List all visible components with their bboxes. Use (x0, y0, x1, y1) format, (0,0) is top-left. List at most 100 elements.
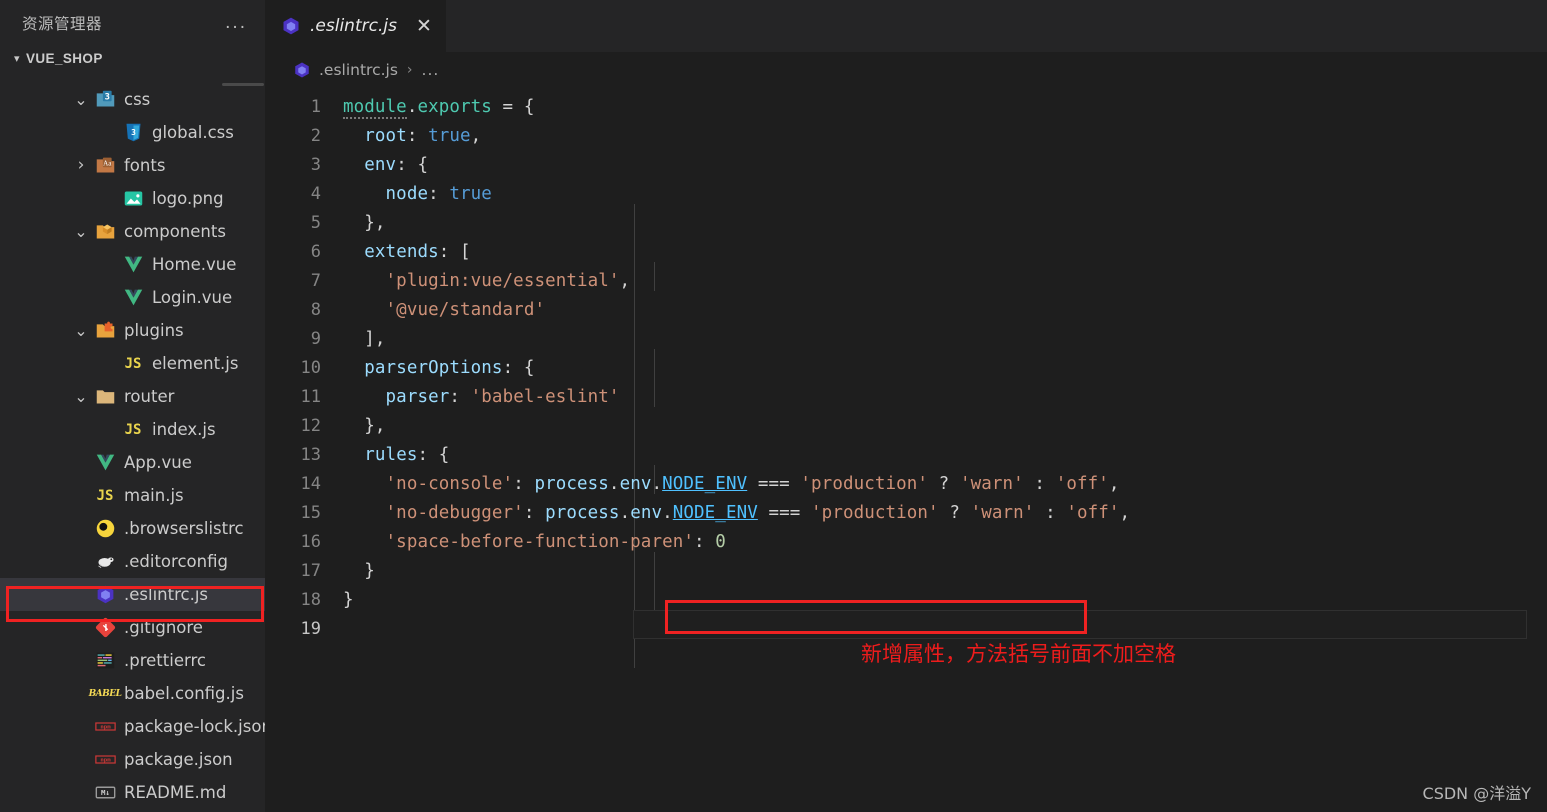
tree-item-main-js[interactable]: JS main.js (0, 479, 265, 512)
tree-item-gitignore[interactable]: .gitignore (0, 611, 265, 644)
chevron-right-icon: › (406, 62, 413, 78)
code-token: 'warn' (959, 474, 1024, 494)
breadcrumb-file-label[interactable]: .eslintrc.js (319, 61, 398, 79)
folder-css-icon: 3 (92, 89, 118, 110)
code-token: parserOptions (364, 358, 503, 378)
code-token: rules (364, 445, 418, 465)
line-number: 17 (300, 561, 321, 581)
more-actions-icon[interactable]: ... (225, 13, 247, 32)
code-token: 'no-debugger' (385, 503, 524, 523)
tree-item-app-vue[interactable]: App.vue (0, 446, 265, 479)
explorer-header: 资源管理器 ... (0, 0, 265, 46)
tree-item-global-css[interactable]: 3 global.css (0, 116, 265, 149)
code-token: . (662, 503, 673, 523)
code-token: env (619, 474, 652, 494)
svg-text:3: 3 (104, 93, 109, 103)
editor-area: .eslintrc.js ✕ .eslintrc.js › ... 123456… (265, 0, 1547, 812)
tree-item-logo-png[interactable]: logo.png (0, 182, 265, 215)
code-token: module (343, 97, 407, 119)
line-number: 11 (300, 387, 321, 407)
tree-item-package-json[interactable]: npm package.json (0, 743, 265, 776)
code-token: { (523, 358, 535, 378)
tree-item-eslintrc-js[interactable]: .eslintrc.js (0, 578, 265, 611)
code-line: } (343, 557, 375, 586)
eslint-icon (293, 61, 311, 79)
tree-item-fonts[interactable]: › Aa fonts (0, 149, 265, 182)
tree-item-element-js[interactable]: JS element.js (0, 347, 265, 380)
image-file-icon (120, 188, 146, 209)
breadcrumb-overflow[interactable]: ... (422, 61, 440, 79)
code-token: 'off' (1055, 474, 1109, 494)
tree-item-home-vue[interactable]: Home.vue (0, 248, 265, 281)
tree-item-babel-config-js[interactable]: BABEL babel.config.js (0, 677, 265, 710)
code-line: parserOptions: { (343, 354, 534, 383)
code-token: 'no-console' (385, 474, 514, 494)
markdown-icon: M↓ (92, 782, 118, 803)
tree-item-login-vue[interactable]: Login.vue (0, 281, 265, 314)
tree-item-components[interactable]: ⌄ components (0, 215, 265, 248)
code-token: } (364, 561, 375, 581)
code-token: : (502, 358, 524, 378)
tree-item-label: components (124, 222, 226, 241)
line-number: 5 (310, 213, 321, 233)
editorconfig-icon (92, 551, 118, 572)
tree-item-index-js[interactable]: JS index.js (0, 413, 265, 446)
code-token: : (1034, 503, 1067, 523)
code-editor[interactable]: 1 2 3 4 5 6 7 8 9 10 11 12 13 14 15 16 17 18 19 module.exp… (265, 88, 1547, 812)
code-token: { (417, 155, 429, 175)
close-icon[interactable]: ✕ (414, 17, 434, 36)
tree-item-plugins[interactable]: ⌄ plugins (0, 314, 265, 347)
tree-item-package-lock-json[interactable]: npm package-lock.json (0, 710, 265, 743)
js-file-icon: JS (124, 355, 142, 372)
code-line: module.exports = { (343, 93, 534, 122)
code-token: ], (364, 329, 386, 349)
code-token: : (523, 503, 546, 523)
tree-item-label: global.css (152, 123, 234, 142)
indent-guide (654, 262, 655, 291)
tree-item-label: .editorconfig (124, 552, 228, 571)
vue-file-icon (120, 254, 146, 275)
tree-item-editorconfig[interactable]: .editorconfig (0, 545, 265, 578)
code-token: : (428, 184, 450, 204)
tree-item-label: Login.vue (152, 288, 233, 307)
babel-icon: BABEL (88, 688, 122, 699)
code-line: extends: [ (343, 238, 471, 267)
code-token: '@vue/standard' (385, 300, 546, 320)
chevron-down-icon: ⌄ (74, 320, 88, 340)
js-file-icon: JS (124, 421, 142, 438)
tree-item-label: .gitignore (124, 618, 203, 637)
code-line: env: { (343, 151, 428, 180)
tree-item-label: fonts (124, 156, 166, 175)
explorer-sidebar: 资源管理器 ... ▾ VUE_SHOP ⌄ 3 css 3 global.css › Aa… (0, 0, 265, 812)
line-number: 14 (300, 474, 321, 494)
code-token: }, (364, 416, 386, 436)
folder-fonts-icon: Aa (92, 155, 118, 176)
code-token: [ (460, 242, 471, 262)
tree-item-label: babel.config.js (124, 684, 244, 703)
code-token: }, (364, 213, 386, 233)
tree-item-label: .prettierrc (124, 651, 206, 670)
tree-item-router[interactable]: ⌄ router (0, 380, 265, 413)
code-token: 'off' (1066, 503, 1120, 523)
tree-item-css[interactable]: ⌄ 3 css (0, 83, 265, 116)
code-token: 'production' (800, 474, 929, 494)
code-token: , (470, 126, 482, 146)
code-token: . (619, 503, 631, 523)
tree-item-prettierrc[interactable]: .prettierrc (0, 644, 265, 677)
code-token: { (523, 97, 535, 117)
tab-eslintrc-js[interactable]: .eslintrc.js ✕ (265, 0, 446, 52)
code-token: env (364, 155, 397, 175)
code-line: 'space-before-function-paren': 0 (343, 528, 726, 557)
code-line: node: true (343, 180, 492, 209)
tree-item-label: element.js (152, 354, 239, 373)
tree-item-readme-md[interactable]: M↓ README.md (0, 776, 265, 809)
tree-item-browserslistrc[interactable]: .browserslistrc (0, 512, 265, 545)
code-token: 'plugin:vue/essential' (385, 271, 620, 291)
workspace-root-row[interactable]: ▾ VUE_SHOP (0, 46, 265, 71)
svg-text:M↓: M↓ (101, 788, 110, 797)
code-token: process (545, 503, 620, 523)
